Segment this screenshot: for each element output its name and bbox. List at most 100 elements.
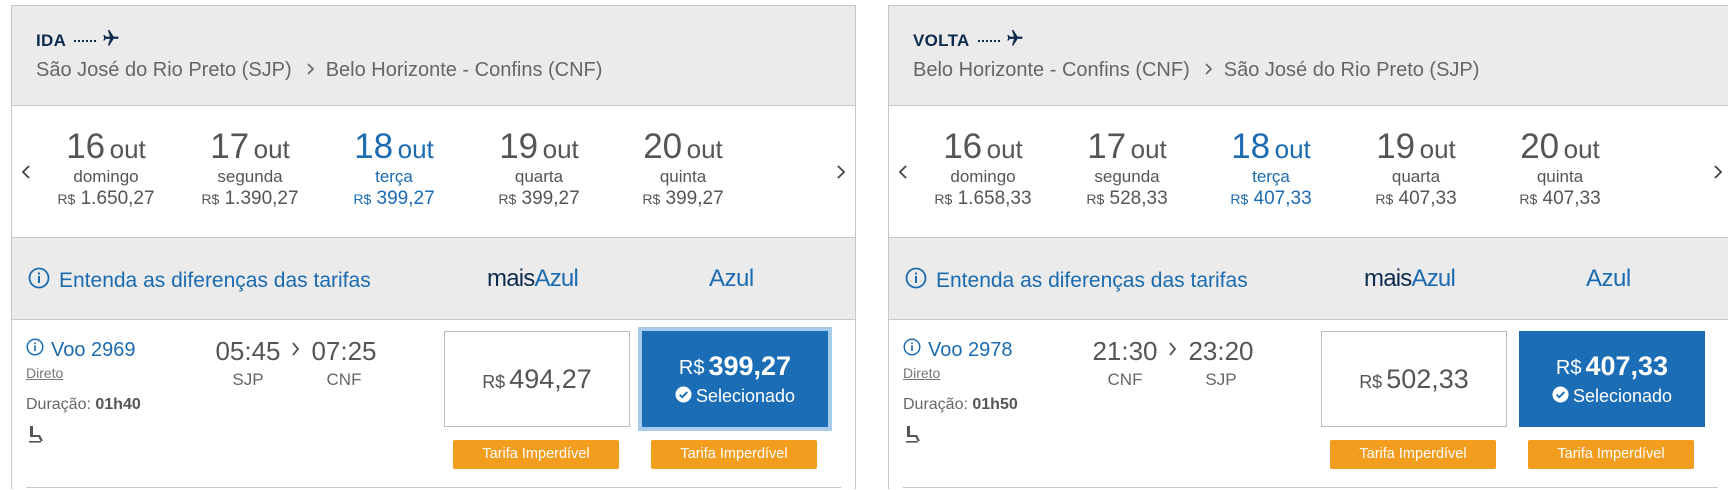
duration: Duração: 01h50 xyxy=(903,396,1018,414)
date-weekday: quarta xyxy=(1391,167,1441,186)
date-month: out xyxy=(542,134,579,164)
chevron-right-icon xyxy=(1204,59,1214,82)
currency: R$ xyxy=(353,191,372,207)
date-option[interactable]: 17 out segunda R$ 1.390,27 xyxy=(175,128,325,211)
arrive-time: 07:25 xyxy=(311,336,377,366)
date-month: out xyxy=(397,134,434,164)
price-value: 528,33 xyxy=(1109,188,1168,209)
chevron-right-icon xyxy=(1167,336,1179,358)
date-month: out xyxy=(1274,134,1311,164)
dotted-line xyxy=(977,39,1000,42)
date-price: R$ 407,33 xyxy=(1341,187,1491,211)
fare-differences-link[interactable]: Entenda as diferenças das tarifas xyxy=(28,267,371,295)
fare-price: 407,33 xyxy=(1585,350,1669,381)
origin: São José do Rio Preto (SJP) xyxy=(36,59,292,81)
date-carousel: 16 out domingo R$ 1.658,33 17 out segund… xyxy=(889,106,1728,238)
date-option[interactable]: 20 out quinta R$ 399,27 xyxy=(608,128,758,211)
fare-column-mais-azul: maisAzul xyxy=(487,265,579,293)
flight-times: 05:45 SJP 07:25 CNF xyxy=(212,336,380,390)
date-day: 17 xyxy=(210,127,250,166)
price-value: 1.390,27 xyxy=(224,188,299,209)
chevron-right-icon[interactable] xyxy=(1710,162,1726,182)
promo-badge: Tarifa Imperdível xyxy=(453,440,619,469)
date-carousel: 16 out domingo R$ 1.650,27 17 out segund… xyxy=(12,106,855,238)
price-value: 399,27 xyxy=(521,188,580,209)
date-weekday: quinta xyxy=(1536,167,1584,186)
currency: R$ xyxy=(482,371,506,392)
date-day: 20 xyxy=(643,127,683,166)
outbound-panel: IDA São José do Rio Preto (SJP) Belo Hor… xyxy=(11,5,856,489)
promo-badge: Tarifa Imperdível xyxy=(1528,440,1694,469)
duration-value: 01h50 xyxy=(972,396,1018,413)
date-month: out xyxy=(686,134,723,164)
fare-info-bar: Entenda as diferenças das tarifas maisAz… xyxy=(12,238,855,320)
direction-label-row: IDA xyxy=(36,28,121,53)
duration-label: Duração: xyxy=(903,396,968,413)
direction-label: VOLTA xyxy=(913,30,970,50)
date-option[interactable]: 20 out quinta R$ 407,33 xyxy=(1485,128,1635,211)
fare-option-azul-selected[interactable]: R$ 399,27 Selecionado xyxy=(642,331,828,427)
route: São José do Rio Preto (SJP) Belo Horizon… xyxy=(36,59,602,82)
price-value: 399,27 xyxy=(665,188,724,209)
fare-info-bar: Entenda as diferenças das tarifas maisAz… xyxy=(889,238,1728,320)
date-price: R$ 528,33 xyxy=(1052,187,1202,211)
flight-number-link[interactable]: Voo 2978 xyxy=(903,338,1013,362)
fare-option-mais-azul[interactable]: R$ 494,27 xyxy=(444,331,630,427)
date-day: 20 xyxy=(1520,127,1560,166)
currency: R$ xyxy=(498,191,517,207)
date-option[interactable]: 19 out quarta R$ 399,27 xyxy=(464,128,614,211)
check-circle-icon xyxy=(1552,385,1569,408)
date-day: 16 xyxy=(943,127,983,166)
fare-column-azul: Azul xyxy=(709,265,754,292)
outbound-header: IDA São José do Rio Preto (SJP) Belo Hor… xyxy=(12,6,855,106)
check-circle-icon xyxy=(675,385,692,408)
date-weekday: quinta xyxy=(659,167,707,186)
return-header: VOLTA Belo Horizonte - Confins (CNF) São… xyxy=(889,6,1728,106)
fare-differences-link[interactable]: Entenda as diferenças das tarifas xyxy=(905,267,1248,295)
info-icon xyxy=(26,338,44,362)
direct-link[interactable]: Direto xyxy=(903,365,940,381)
date-price: R$ 399,27 xyxy=(319,187,469,211)
duration-label: Duração: xyxy=(26,396,91,413)
date-month: out xyxy=(1130,134,1167,164)
date-option[interactable]: 19 out quarta R$ 407,33 xyxy=(1341,128,1491,211)
price-value: 407,33 xyxy=(1542,188,1601,209)
direct-link[interactable]: Direto xyxy=(26,365,63,381)
flight-number-link[interactable]: Voo 2969 xyxy=(26,338,136,362)
currency: R$ xyxy=(934,191,953,207)
date-weekday: terça xyxy=(1252,167,1290,186)
price-value: 399,27 xyxy=(376,188,435,209)
currency: R$ xyxy=(678,356,705,379)
fare-column-mais-azul: maisAzul xyxy=(1364,265,1456,293)
fare-option-mais-azul[interactable]: R$ 502,33 xyxy=(1321,331,1507,427)
date-day: 19 xyxy=(499,127,539,166)
brand-mais-part: mais xyxy=(487,265,535,292)
date-option-selected[interactable]: 18 out terça R$ 399,27 xyxy=(319,128,469,211)
currency: R$ xyxy=(57,191,76,207)
date-option[interactable]: 16 out domingo R$ 1.658,33 xyxy=(908,128,1058,211)
date-option[interactable]: 16 out domingo R$ 1.650,27 xyxy=(31,128,181,211)
destination: São José do Rio Preto (SJP) xyxy=(1223,59,1480,81)
currency: R$ xyxy=(1519,191,1538,207)
date-day: 19 xyxy=(1376,127,1416,166)
date-weekday: terça xyxy=(375,167,413,186)
fare-option-azul-selected[interactable]: R$ 407,33 Selecionado xyxy=(1519,331,1705,427)
date-weekday: segunda xyxy=(1094,167,1160,186)
divider xyxy=(26,487,841,488)
brand-mais-part: mais xyxy=(1364,265,1412,292)
chevron-right-icon[interactable] xyxy=(833,162,849,182)
price-value: 407,33 xyxy=(1253,188,1312,209)
date-day: 18 xyxy=(1231,127,1271,166)
flight-number: Voo 2969 xyxy=(51,338,136,361)
date-option-selected[interactable]: 18 out terça R$ 407,33 xyxy=(1196,128,1346,211)
selected-label: Selecionado xyxy=(695,386,796,406)
arrive-time: 23:20 xyxy=(1188,336,1254,366)
date-weekday: domingo xyxy=(950,167,1016,186)
fare-price: 502,33 xyxy=(1386,363,1469,394)
fare-differences-text: Entenda as diferenças das tarifas xyxy=(936,269,1248,292)
arrive-airport: SJP xyxy=(1205,370,1237,389)
promo-badge: Tarifa Imperdível xyxy=(1330,440,1496,469)
origin: Belo Horizonte - Confins (CNF) xyxy=(913,59,1190,81)
date-option[interactable]: 17 out segunda R$ 528,33 xyxy=(1052,128,1202,211)
info-icon xyxy=(903,338,921,362)
